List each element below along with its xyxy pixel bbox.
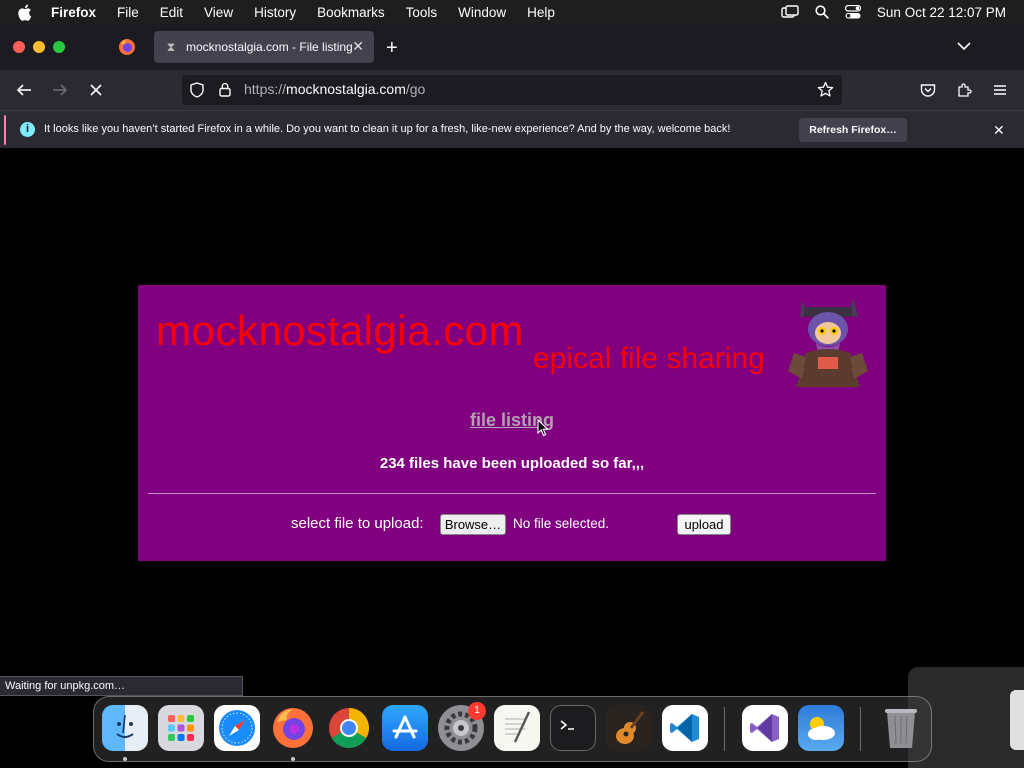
refresh-firefox-button[interactable]: Refresh Firefox… bbox=[799, 118, 907, 142]
site-title: mocknostalgia.com bbox=[156, 307, 524, 354]
cat-mascot-image bbox=[788, 299, 868, 387]
bookmark-star-icon[interactable] bbox=[817, 81, 834, 101]
menu-help[interactable]: Help bbox=[527, 5, 555, 20]
notification-accent bbox=[4, 115, 6, 145]
launchpad-icon[interactable] bbox=[158, 705, 204, 751]
info-icon: i bbox=[20, 122, 35, 137]
trash-icon[interactable] bbox=[878, 705, 924, 751]
hamburger-menu-icon bbox=[994, 85, 1006, 95]
back-button[interactable] bbox=[13, 80, 35, 100]
app-store-icon[interactable] bbox=[382, 705, 428, 751]
macos-menu-bar: Firefox File Edit View History Bookmarks… bbox=[0, 0, 1024, 24]
menu-app-name[interactable]: Firefox bbox=[51, 5, 96, 20]
safari-icon[interactable] bbox=[214, 705, 260, 751]
finder-icon[interactable] bbox=[102, 705, 148, 751]
finder-running-dot bbox=[123, 757, 127, 761]
macos-dock: 1 bbox=[93, 696, 932, 762]
no-file-selected-text: No file selected. bbox=[513, 516, 610, 531]
dock-separator bbox=[724, 707, 725, 751]
lock-icon[interactable] bbox=[219, 82, 231, 100]
file-count-text: 234 files have been uploaded so far,,, bbox=[379, 455, 645, 472]
mouse-pointer-icon bbox=[537, 419, 549, 437]
visual-studio-icon[interactable] bbox=[742, 705, 788, 751]
site-panel: mocknostalgia.com epical file sharing fi… bbox=[138, 285, 886, 561]
forward-button[interactable] bbox=[49, 80, 71, 100]
menu-view[interactable]: View bbox=[204, 5, 233, 20]
firefox-view-button[interactable] bbox=[110, 32, 144, 62]
terminal-icon[interactable] bbox=[550, 705, 596, 751]
extensions-button[interactable] bbox=[953, 80, 975, 100]
site-tagline: epical file sharing bbox=[533, 342, 765, 375]
file-listing-link[interactable]: file listing bbox=[138, 410, 886, 431]
menu-bookmarks[interactable]: Bookmarks bbox=[317, 5, 385, 20]
refresh-firefox-notification: i It looks like you haven’t started Fire… bbox=[0, 110, 1024, 148]
tracking-protection-shield-icon[interactable] bbox=[190, 82, 204, 101]
screen-mirroring-icon[interactable] bbox=[781, 5, 799, 19]
menu-tools[interactable]: Tools bbox=[406, 5, 438, 20]
back-arrow-icon bbox=[16, 84, 31, 96]
forward-arrow-icon bbox=[53, 84, 68, 96]
pocket-icon bbox=[920, 83, 936, 97]
menu-edit[interactable]: Edit bbox=[160, 5, 183, 20]
hourglass-icon: ⧗ bbox=[166, 39, 176, 54]
chrome-icon[interactable] bbox=[326, 705, 372, 751]
spotlight-search-icon[interactable] bbox=[815, 5, 829, 19]
vscode-icon[interactable] bbox=[662, 705, 708, 751]
browse-button[interactable]: Browse… bbox=[440, 514, 506, 535]
tab-active[interactable]: ⧗ mocknostalgia.com - File listing ✕ bbox=[154, 31, 374, 63]
menu-window[interactable]: Window bbox=[458, 5, 506, 20]
settings-notification-badge: 1 bbox=[468, 702, 486, 720]
garageband-icon[interactable] bbox=[606, 705, 652, 751]
horizontal-rule bbox=[148, 493, 876, 494]
app-menu-button[interactable] bbox=[989, 80, 1011, 100]
status-panel: Waiting for unpkg.com… bbox=[0, 676, 243, 696]
menu-file[interactable]: File bbox=[117, 5, 139, 20]
window-zoom-button[interactable] bbox=[53, 41, 65, 53]
url-bar[interactable]: https://mocknostalgia.com/go bbox=[182, 75, 842, 105]
list-all-tabs-chevron-icon[interactable] bbox=[956, 38, 972, 56]
weather-icon[interactable] bbox=[798, 705, 844, 751]
dock-separator-2 bbox=[860, 707, 861, 751]
apple-menu-icon[interactable] bbox=[17, 0, 37, 24]
textedit-icon[interactable] bbox=[494, 705, 540, 751]
firefox-icon bbox=[119, 39, 135, 55]
tab-close-icon[interactable]: ✕ bbox=[352, 38, 364, 55]
pocket-button[interactable] bbox=[917, 80, 939, 100]
url-text[interactable]: https://mocknostalgia.com/go bbox=[244, 81, 425, 97]
upload-button[interactable]: upload bbox=[677, 514, 731, 535]
window-minimize-button[interactable] bbox=[33, 41, 45, 53]
stop-x-icon bbox=[90, 84, 102, 96]
background-window-content bbox=[1010, 690, 1024, 750]
puzzle-piece-icon bbox=[958, 83, 972, 97]
tab-title: mocknostalgia.com - File listing bbox=[186, 40, 353, 54]
menu-history[interactable]: History bbox=[254, 5, 296, 20]
notification-message: It looks like you haven’t started Firefo… bbox=[44, 123, 731, 135]
upload-label: select file to upload: bbox=[291, 515, 424, 532]
menubar-clock[interactable]: Sun Oct 22 12:07 PM bbox=[877, 5, 1006, 20]
new-tab-button[interactable]: + bbox=[386, 37, 398, 60]
firefox-running-dot bbox=[291, 757, 295, 761]
firefox-dock-icon[interactable] bbox=[270, 705, 316, 751]
upload-form: select file to upload: Browse… No file s… bbox=[138, 513, 886, 537]
control-center-icon[interactable] bbox=[844, 5, 861, 19]
stop-loading-button[interactable] bbox=[85, 80, 107, 100]
notification-close-icon[interactable]: ✕ bbox=[993, 122, 1005, 139]
window-close-button[interactable] bbox=[13, 41, 25, 53]
